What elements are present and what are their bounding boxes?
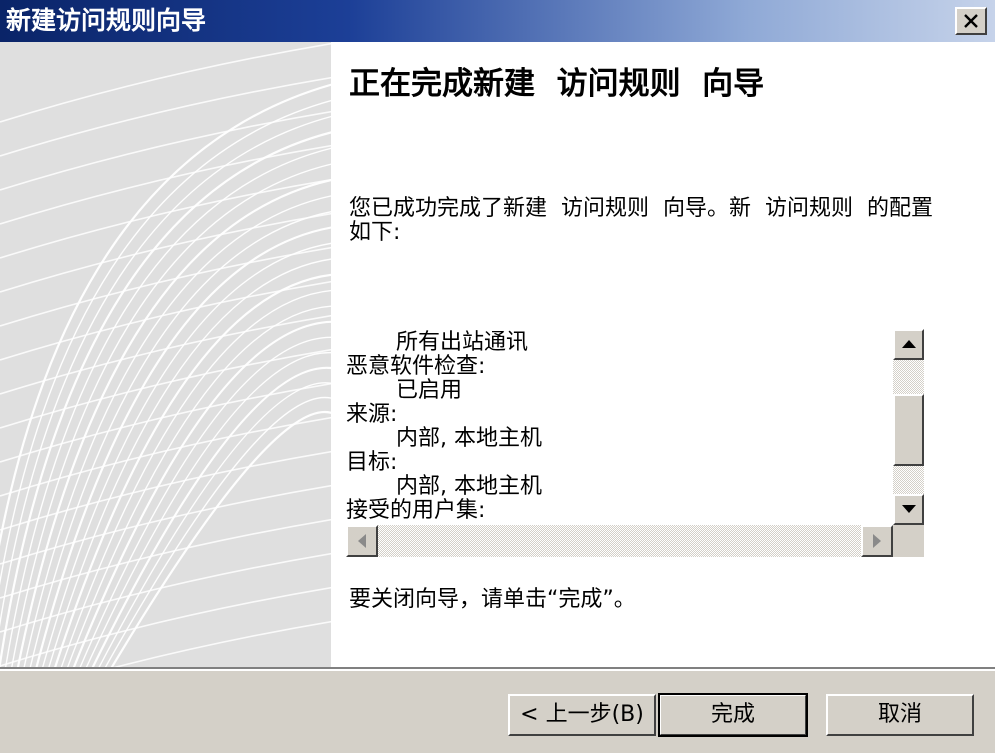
completion-message: 您已成功完成了新建 访问规则 向导。新 访问规则 的配置如下:	[349, 196, 933, 245]
scroll-corner	[893, 525, 924, 557]
page-title: 正在完成新建 访问规则 向导	[349, 66, 765, 102]
wizard-content: 正在完成新建 访问规则 向导 您已成功完成了新建 访问规则 向导。新 访问规则 …	[331, 42, 995, 667]
scroll-up-button[interactable]	[893, 329, 924, 360]
back-button[interactable]: < 上一步(B)	[508, 694, 656, 736]
scroll-right-button[interactable]	[861, 525, 893, 557]
window-title: 新建访问规则向导	[6, 6, 207, 35]
summary-line: 内部, 本地主机	[396, 426, 542, 451]
vertical-scrollbar[interactable]	[893, 329, 924, 525]
summary-line: 已启用	[396, 378, 463, 403]
close-icon	[964, 14, 978, 28]
summary-line: 内部, 本地主机	[396, 474, 542, 499]
summary-line: 目标:	[346, 450, 398, 475]
summary-line: 接受的用户集:	[346, 498, 486, 523]
title-bar[interactable]: 新建访问规则向导	[0, 0, 995, 42]
cancel-button[interactable]: 取消	[826, 694, 974, 736]
close-button[interactable]	[955, 7, 987, 35]
wizard-window: 新建访问规则向导 正在完成新建 访问规则 向导 您已成功完成了新建 访问规则 向…	[0, 0, 995, 753]
summary-line: 所有出站通讯	[396, 330, 529, 355]
arrow-up-icon	[901, 340, 916, 348]
arrow-right-icon	[872, 534, 881, 548]
finish-button[interactable]: 完成	[658, 693, 808, 737]
summary-list[interactable]: 所有出站通讯 恶意软件检查: 已启用 来源: 内部, 本地主机 目标: 内部, 本地主机 接受…	[346, 329, 926, 557]
wizard-banner	[0, 42, 331, 667]
summary-line: 来源:	[346, 402, 398, 427]
vertical-scroll-thumb[interactable]	[893, 394, 924, 467]
horizontal-scrollbar[interactable]	[346, 525, 893, 557]
close-instructions: 要关闭向导，请单击“完成”。	[349, 587, 636, 612]
arrow-left-icon	[357, 534, 366, 548]
banner-graphic	[0, 42, 331, 667]
scroll-left-button[interactable]	[346, 525, 378, 557]
scroll-down-button[interactable]	[893, 494, 924, 525]
arrow-down-icon	[901, 505, 916, 513]
button-bar: < 上一步(B) 完成 取消	[0, 667, 995, 753]
summary-line: 恶意软件检查:	[346, 354, 486, 379]
summary-text-area[interactable]: 所有出站通讯 恶意软件检查: 已启用 来源: 内部, 本地主机 目标: 内部, 本地主机 接受…	[346, 329, 891, 525]
